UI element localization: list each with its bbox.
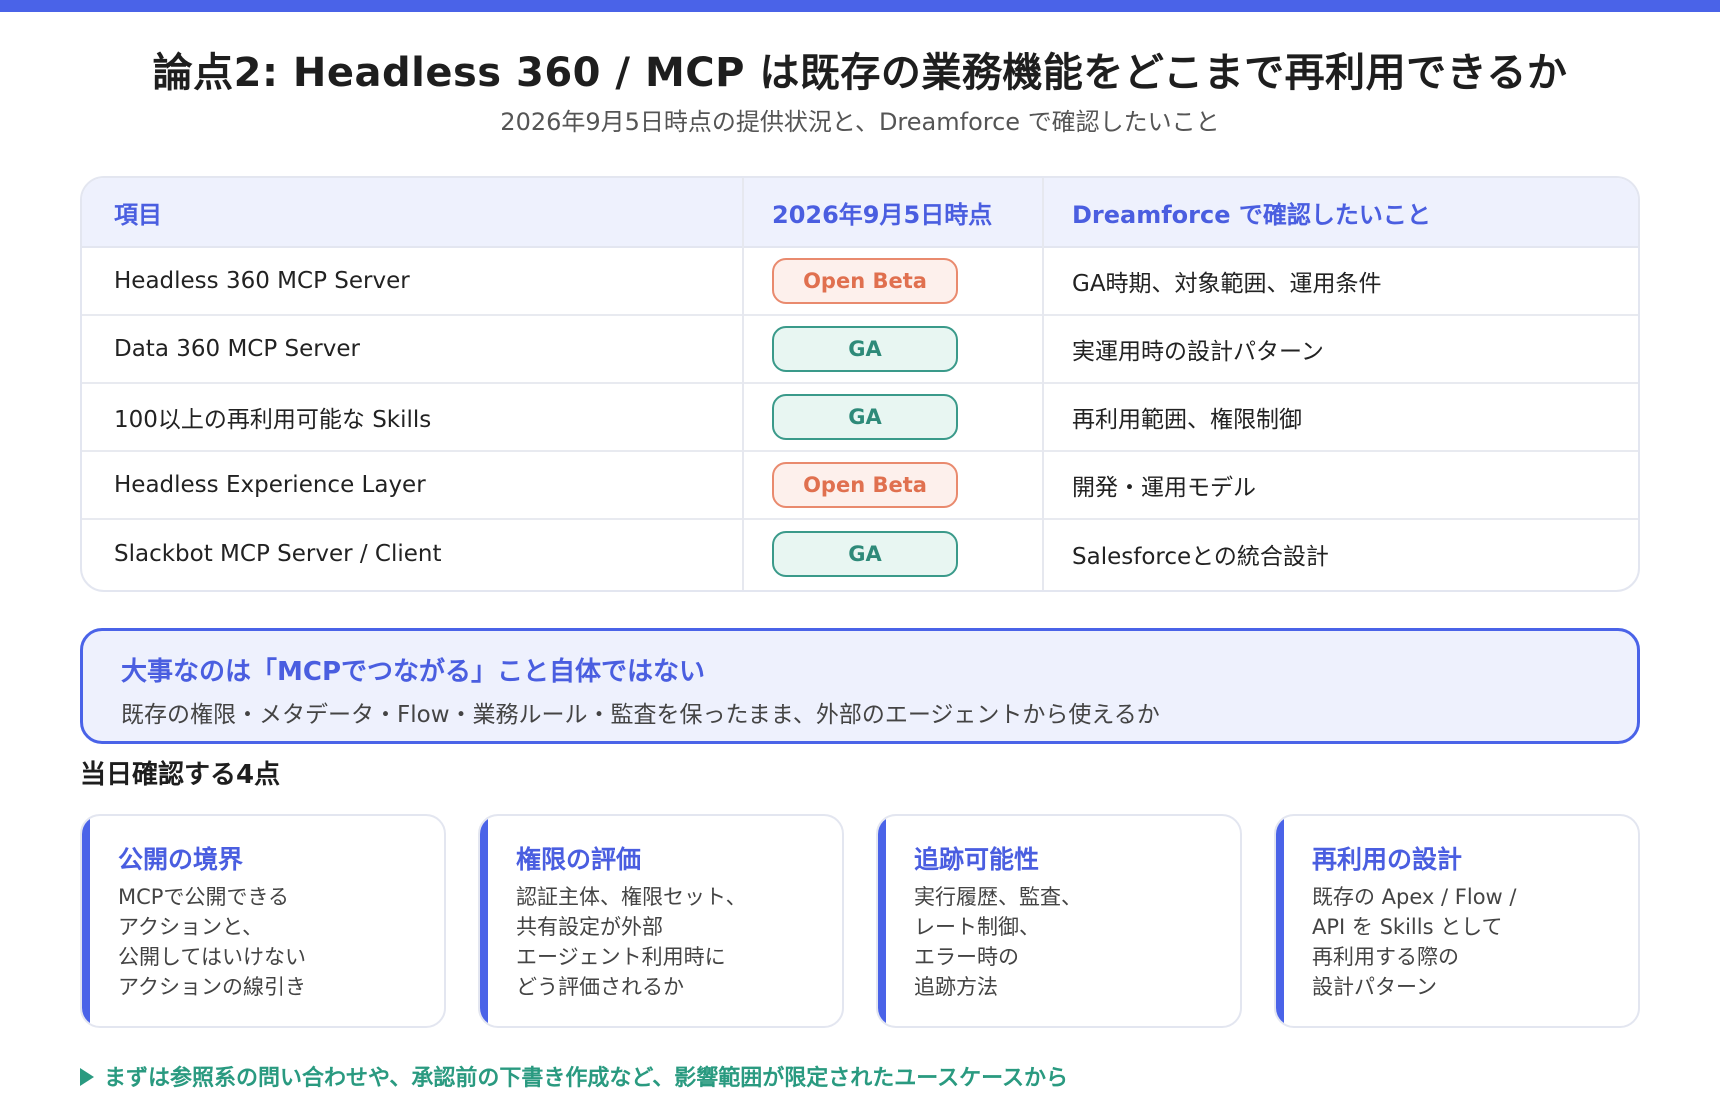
point-line: どう評価されるか xyxy=(516,975,684,999)
column-header-status: 2026年9月5日時点 xyxy=(772,200,993,229)
table-row: Headless 360 MCP Server Open Beta GA時期、対… xyxy=(82,248,1638,316)
status-badge: GA xyxy=(772,326,958,372)
row-status: GA xyxy=(742,316,1042,382)
page-title: 論点2: Headless 360 / MCP は既存の業務機能をどこまで再利用… xyxy=(152,50,1568,96)
column-divider xyxy=(742,178,744,590)
point-line: 公開してはいけない xyxy=(118,945,306,969)
card-accent-bar xyxy=(82,816,90,1026)
point-card: 再利用の設計 既存の Apex / Flow / API を Skills とし… xyxy=(1274,814,1640,1028)
point-line: エラー時の xyxy=(914,945,1019,969)
column-header-item: 項目 xyxy=(114,200,162,229)
row-status: Open Beta xyxy=(742,248,1042,314)
point-line: API を Skills として xyxy=(1312,915,1503,939)
top-accent-bar xyxy=(0,0,1720,12)
point-line: エージェント利用時に xyxy=(516,945,726,969)
play-arrow-icon xyxy=(80,1068,94,1086)
status-table: 項目 2026年9月5日時点 Dreamforce で確認したいこと Headl… xyxy=(80,176,1640,592)
point-line: 追跡方法 xyxy=(914,975,998,999)
callout-body: 既存の権限・メタデータ・Flow・業務ルール・監査を保ったまま、外部のエージェン… xyxy=(121,702,1160,728)
table-row: Slackbot MCP Server / Client GA Salesfor… xyxy=(82,520,1638,588)
row-confirm: 再利用範囲、権限制御 xyxy=(1072,407,1302,433)
point-title: 追跡可能性 xyxy=(914,845,1040,874)
callout-title: 大事なのは「MCPでつながる」こと自体ではない xyxy=(121,657,706,687)
point-card: 追跡可能性 実行履歴、監査、 レート制御、 エラー時の 追跡方法 xyxy=(876,814,1242,1028)
column-header-confirm: Dreamforce で確認したいこと xyxy=(1072,200,1431,229)
row-status: Open Beta xyxy=(742,452,1042,518)
point-line: 再利用する際の xyxy=(1312,945,1459,969)
footer-note: まずは参照系の問い合わせや、承認前の下書き作成など、影響範囲が限定されたユースケ… xyxy=(80,1060,1068,1092)
column-divider xyxy=(1042,178,1044,590)
point-line: 共有設定が外部 xyxy=(516,915,663,939)
point-body: 認証主体、権限セット、 共有設定が外部 エージェント利用時に どう評価されるか xyxy=(516,882,826,1002)
point-body: MCPで公開できる アクションと、 公開してはいけない アクションの線引き xyxy=(118,882,428,1002)
card-accent-bar xyxy=(878,816,886,1026)
table-row: Data 360 MCP Server GA 実運用時の設計パターン xyxy=(82,316,1638,384)
table-row: 100以上の再利用可能な Skills GA 再利用範囲、権限制御 xyxy=(82,384,1638,452)
key-message-callout: 大事なのは「MCPでつながる」こと自体ではない 既存の権限・メタデータ・Flow… xyxy=(80,628,1640,744)
point-line: レート制御、 xyxy=(914,915,1040,939)
point-body: 既存の Apex / Flow / API を Skills として 再利用する… xyxy=(1312,882,1622,1002)
row-confirm: 実運用時の設計パターン xyxy=(1072,339,1324,365)
point-line: 認証主体、権限セット、 xyxy=(516,885,747,909)
row-item: Slackbot MCP Server / Client xyxy=(114,541,442,567)
point-card: 公開の境界 MCPで公開できる アクションと、 公開してはいけない アクションの… xyxy=(80,814,446,1028)
row-confirm: GA時期、対象範囲、運用条件 xyxy=(1072,271,1382,297)
row-status: GA xyxy=(742,384,1042,450)
footer-text: まずは参照系の問い合わせや、承認前の下書き作成など、影響範囲が限定されたユースケ… xyxy=(104,1066,1069,1091)
point-card: 権限の評価 認証主体、権限セット、 共有設定が外部 エージェント利用時に どう評… xyxy=(478,814,844,1028)
table-header-row: 項目 2026年9月5日時点 Dreamforce で確認したいこと xyxy=(82,178,1638,248)
row-item: Data 360 MCP Server xyxy=(114,336,360,362)
row-item: 100以上の再利用可能な Skills xyxy=(114,407,432,433)
row-item: Headless 360 MCP Server xyxy=(114,268,410,294)
points-section-label: 当日確認する4点 xyxy=(80,760,281,790)
status-badge: Open Beta xyxy=(772,258,958,304)
point-line: MCPで公開できる xyxy=(118,885,290,909)
row-confirm: 開発・運用モデル xyxy=(1072,475,1256,501)
status-badge: GA xyxy=(772,394,958,440)
page-subtitle: 2026年9月5日時点の提供状況と、Dreamforce で確認したいこと xyxy=(500,108,1220,136)
card-accent-bar xyxy=(480,816,488,1026)
point-line: アクションの線引き xyxy=(118,975,306,999)
point-body: 実行履歴、監査、 レート制御、 エラー時の 追跡方法 xyxy=(914,882,1224,1002)
point-title: 再利用の設計 xyxy=(1312,845,1463,874)
row-item: Headless Experience Layer xyxy=(114,472,426,498)
point-title: 権限の評価 xyxy=(516,845,642,874)
row-status: GA xyxy=(742,520,1042,588)
point-line: 実行履歴、監査、 xyxy=(914,885,1082,909)
point-line: アクションと、 xyxy=(118,915,264,939)
point-line: 設計パターン xyxy=(1312,975,1437,999)
point-title: 公開の境界 xyxy=(118,845,244,874)
table-row: Headless Experience Layer Open Beta 開発・運… xyxy=(82,452,1638,520)
card-accent-bar xyxy=(1276,816,1284,1026)
row-confirm: Salesforceとの統合設計 xyxy=(1072,544,1329,570)
status-badge: GA xyxy=(772,531,958,577)
status-badge: Open Beta xyxy=(772,462,958,508)
point-line: 既存の Apex / Flow / xyxy=(1312,885,1517,909)
